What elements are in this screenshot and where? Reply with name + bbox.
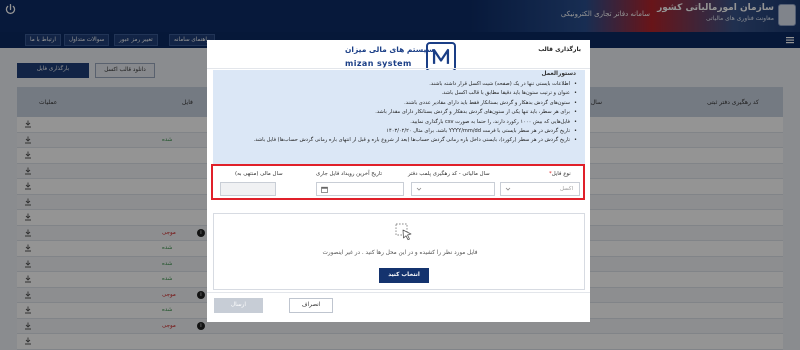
last-event-date-input[interactable] [316, 182, 404, 196]
last-event-date-label: تاریخ آخرین رویداد فایل جاری [316, 171, 383, 177]
fiscal-year-tracking-select[interactable] [411, 182, 495, 196]
instruction-item: ستون‌های گردش بدهکار و گردش بستانکار فقط… [221, 99, 577, 108]
instructions-title: دستورالعمل [541, 71, 576, 77]
fiscal-year-tracking-label: سال مالیاتی - کد رهگیری پلمب دفتر [408, 171, 490, 177]
fiscal-year-end-label: سال مالی (منتهی به) [235, 171, 283, 177]
instruction-item: عنوان و ترتیب ستون‌ها باید دقیقا مطابق ب… [221, 89, 577, 98]
fiscal-year-end-input[interactable] [220, 182, 276, 196]
cancel-button[interactable]: انصراف [289, 298, 333, 313]
footer-divider [207, 292, 590, 293]
send-button[interactable]: ارسال [214, 298, 263, 313]
fields-highlight-box: *نوع فایل اکسل سال مالیاتی - کد رهگیری پ… [211, 164, 585, 200]
file-type-value: اکسل [560, 186, 573, 192]
instruction-item: برای هر سطر، باید تنها یکی از ستون‌های گ… [221, 108, 577, 117]
drop-zone-hint: فایل مورد نظر را کشیده و در این محل رها … [322, 250, 478, 256]
upload-template-modal: بارگذاری قالب سیستم های مالی میزان mizan… [207, 40, 590, 322]
drag-cursor-icon [395, 223, 412, 241]
instructions-list: اطلاعات بایستی تنها در یک (صفحه) شیت اکس… [221, 80, 577, 146]
chevron-down-icon [416, 187, 422, 191]
header-divider [207, 68, 590, 69]
file-type-select[interactable]: اکسل [500, 182, 580, 196]
brand-name-en: mizan system [345, 59, 412, 68]
instruction-item: اطلاعات بایستی تنها در یک (صفحه) شیت اکس… [221, 80, 577, 89]
file-drop-zone[interactable]: فایل مورد نظر را کشیده و در این محل رها … [213, 213, 585, 290]
file-type-label: *نوع فایل [549, 171, 571, 177]
instruction-item: تاریخ گردش در هر سطر بایستی با فرمت YYYY… [221, 127, 577, 136]
modal-title: بارگذاری قالب [538, 46, 581, 53]
instruction-item: تاریخ گردش در هر سطر (رکورد)، بایستی داخ… [221, 136, 577, 145]
brand-name-fa: سیستم های مالی میزان [345, 45, 434, 54]
instructions-panel: دستورالعمل اطلاعات بایستی تنها در یک (صف… [213, 70, 585, 165]
calendar-icon[interactable] [321, 186, 328, 193]
chevron-down-icon [505, 187, 511, 191]
instruction-item: فایل‌هایی که بیش ۱۰۰۰ رکورد دارند، را حت… [221, 118, 577, 127]
choose-file-button[interactable]: انتخاب کنید [379, 268, 429, 283]
